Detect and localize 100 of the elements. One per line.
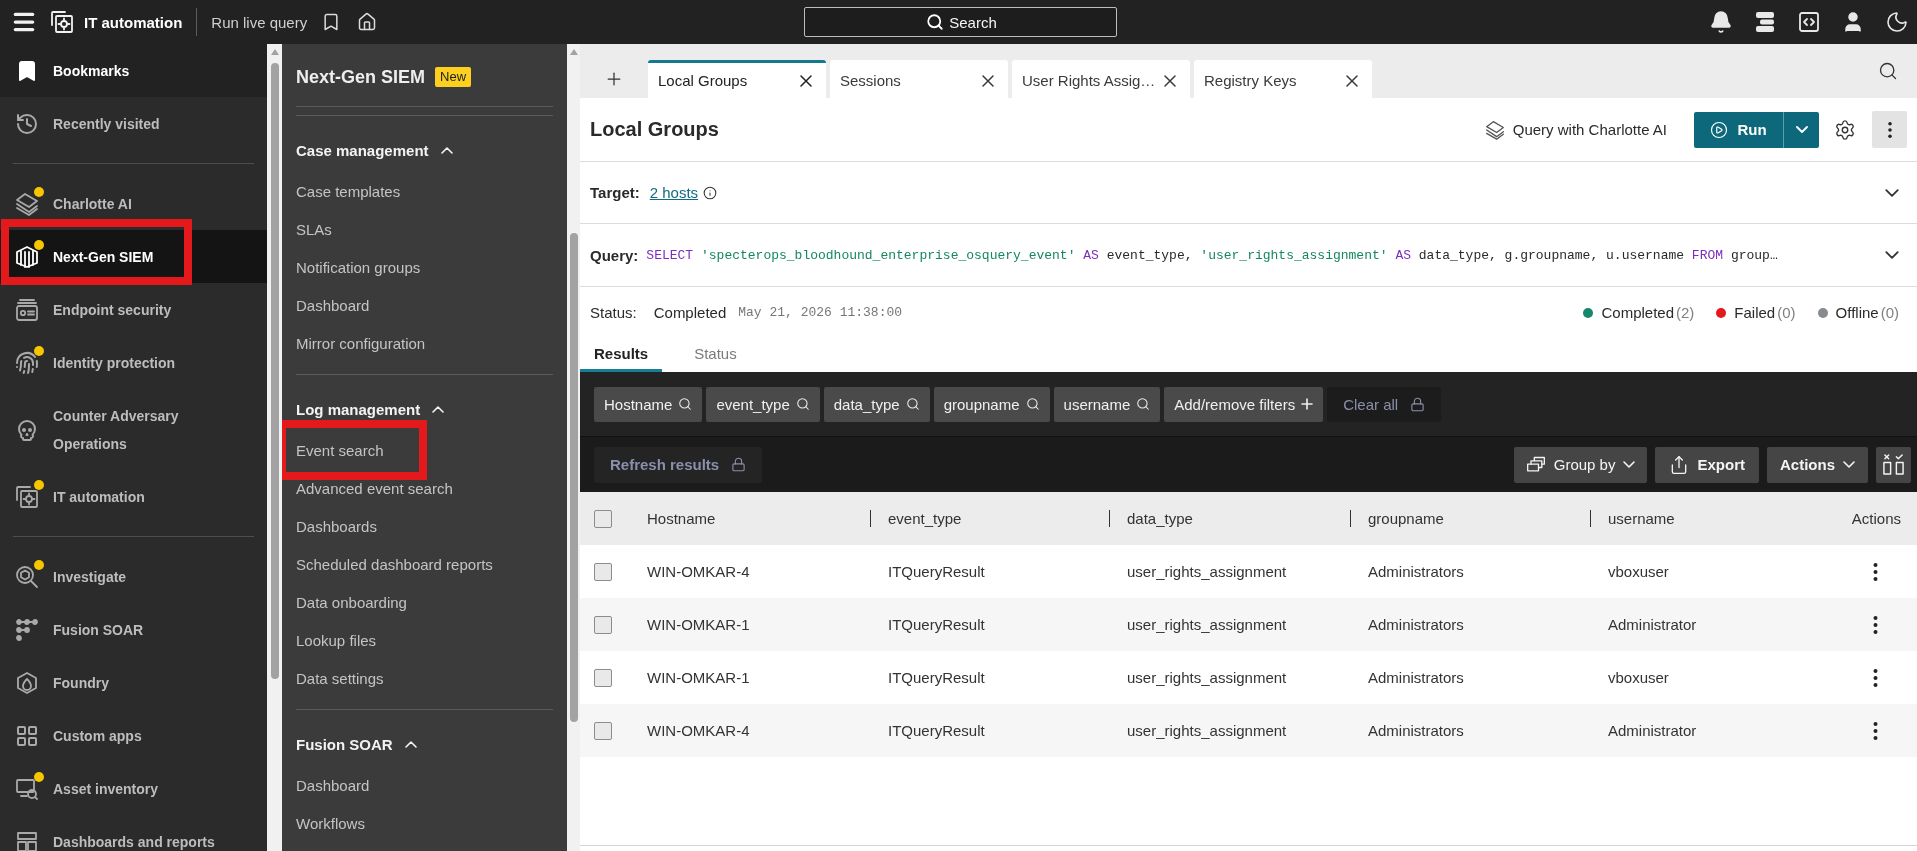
row-checkbox[interactable]: [594, 668, 612, 687]
nav-item[interactable]: Charlotte AI: [0, 177, 267, 230]
search-icon: [1025, 397, 1040, 411]
nav-item[interactable]: Fusion SOAR: [0, 603, 267, 656]
legend-label: Offline: [1835, 304, 1879, 321]
close-icon[interactable]: [800, 74, 812, 87]
magnifier-icon: [15, 564, 39, 589]
column-header: Hostname: [647, 509, 717, 529]
more-button[interactable]: [1872, 111, 1907, 148]
search-icon: [905, 397, 920, 411]
legend-count: (0): [1777, 304, 1796, 321]
field-label: Status:: [590, 304, 637, 321]
tab[interactable]: Local Groups: [648, 60, 826, 98]
striped-box-icon: [15, 244, 39, 269]
subnav-link[interactable]: Dashboard: [296, 286, 370, 324]
monitor-search-icon: [15, 776, 39, 801]
section-title: Next-Gen SIEM: [296, 66, 426, 88]
subnav-link[interactable]: Advanced event search: [296, 469, 453, 507]
close-icon[interactable]: [1164, 74, 1176, 87]
section-heading[interactable]: Log management: [296, 389, 445, 429]
code-icon[interactable]: [1797, 10, 1821, 34]
page-title: Run live query: [211, 13, 308, 31]
filter-chip[interactable]: event_type: [706, 386, 820, 422]
vertical-dots-icon[interactable]: [1873, 562, 1878, 581]
legend-label: Completed: [1601, 304, 1674, 321]
charlotte-query-button[interactable]: Query with Charlotte AI: [1484, 119, 1667, 140]
subnav-link[interactable]: Dashboards: [296, 507, 377, 545]
lock-icon: [1410, 396, 1426, 412]
section-heading[interactable]: Case management: [296, 130, 453, 170]
tab[interactable]: Sessions: [830, 60, 1008, 98]
hosts-link[interactable]: 2 hosts: [649, 184, 699, 201]
add-filters-button[interactable]: Add/remove filters: [1164, 386, 1324, 422]
column-header: event_type: [870, 492, 1109, 545]
actions-button[interactable]: Actions: [1767, 446, 1868, 483]
tab[interactable]: Registry Keys: [1194, 60, 1372, 98]
plus-icon: [1301, 398, 1314, 410]
vertical-dots-icon: [1887, 121, 1892, 138]
nav-item[interactable]: Foundry: [0, 656, 267, 709]
row-checkbox[interactable]: [594, 721, 612, 740]
row-checkbox[interactable]: [594, 615, 612, 634]
section-heading[interactable]: Fusion SOAR: [296, 724, 417, 764]
group-by-button[interactable]: Group by: [1513, 446, 1648, 483]
tab[interactable]: User Rights Assig…: [1012, 60, 1190, 98]
subnav-link[interactable]: Event search: [296, 431, 384, 469]
subnav-link[interactable]: Dashboard: [296, 766, 370, 804]
tab[interactable]: Status: [680, 338, 751, 372]
subnav-link[interactable]: Mirror configuration: [296, 324, 426, 362]
page-heading: Local Groups: [590, 118, 719, 141]
nav-item[interactable]: Investigate: [0, 550, 267, 603]
nav-item[interactable]: Dashboards and reports: [0, 815, 267, 851]
close-icon[interactable]: [982, 74, 994, 87]
table-cell-text: WIN-OMKAR-4: [647, 722, 751, 739]
nav-item[interactable]: Custom apps: [0, 709, 267, 762]
subnav-link[interactable]: Scheduled dashboard reports: [296, 545, 493, 583]
home-icon[interactable]: [357, 12, 378, 32]
nav-item[interactable]: Identity protection: [0, 336, 267, 389]
legend-count: (0): [1880, 304, 1899, 321]
chevron-down-icon[interactable]: [1885, 188, 1899, 197]
nav-item[interactable]: Endpoint security: [0, 283, 267, 336]
info-icon[interactable]: [703, 185, 718, 200]
close-icon[interactable]: [1346, 74, 1358, 87]
nav-item[interactable]: Recently visited: [0, 97, 267, 150]
gear-window-icon[interactable]: [50, 10, 74, 34]
skull-icon: [15, 417, 39, 442]
scrollbar-thumb[interactable]: [570, 233, 578, 722]
run-options-button[interactable]: [1783, 111, 1819, 148]
subnav-link[interactable]: Lookup files: [296, 621, 377, 659]
search-field[interactable]: Search: [803, 7, 1117, 37]
search-icon[interactable]: [1878, 61, 1898, 81]
scrollbar-thumb[interactable]: [271, 63, 279, 679]
nav-item[interactable]: IT automation: [0, 470, 267, 523]
chevron-down-icon[interactable]: [1885, 251, 1899, 259]
subnav-link[interactable]: Data onboarding: [296, 583, 407, 621]
settings-icon[interactable]: [1834, 118, 1856, 141]
nav-item[interactable]: Asset inventory: [0, 762, 267, 815]
vertical-dots-icon[interactable]: [1873, 615, 1878, 634]
table-cell-text: WIN-OMKAR-4: [647, 563, 751, 580]
select-all-checkbox[interactable]: [594, 509, 612, 528]
layout-icon: [15, 829, 39, 851]
row-checkbox[interactable]: [594, 562, 612, 581]
subnav-link[interactable]: Notification groups: [296, 248, 421, 286]
vertical-dots-icon[interactable]: [1873, 668, 1878, 687]
subnav-link[interactable]: Workflows: [296, 804, 365, 842]
moon-icon[interactable]: [1885, 10, 1909, 34]
nav-item[interactable]: Counter Adversary Operations: [0, 389, 267, 470]
vertical-dots-icon[interactable]: [1873, 721, 1878, 740]
field-label: Target:: [590, 184, 640, 201]
column-toggle-button[interactable]: [1876, 446, 1911, 483]
subnav-link[interactable]: Case templates: [296, 172, 401, 210]
run-button[interactable]: Run: [1694, 111, 1783, 148]
nav-item[interactable]: Bookmarks: [0, 44, 267, 97]
bell-icon[interactable]: [1709, 10, 1733, 34]
subnav-link[interactable]: SLAs: [296, 210, 332, 248]
export-button[interactable]: Export: [1655, 446, 1759, 483]
stacked-bars-icon[interactable]: [1753, 10, 1777, 34]
filter-chip[interactable]: data_type: [823, 386, 930, 422]
filter-chip[interactable]: username: [1053, 386, 1161, 422]
subnav-link[interactable]: Data settings: [296, 659, 384, 697]
filter-chip[interactable]: Hostname: [594, 386, 703, 422]
filter-chip[interactable]: groupname: [933, 386, 1050, 422]
